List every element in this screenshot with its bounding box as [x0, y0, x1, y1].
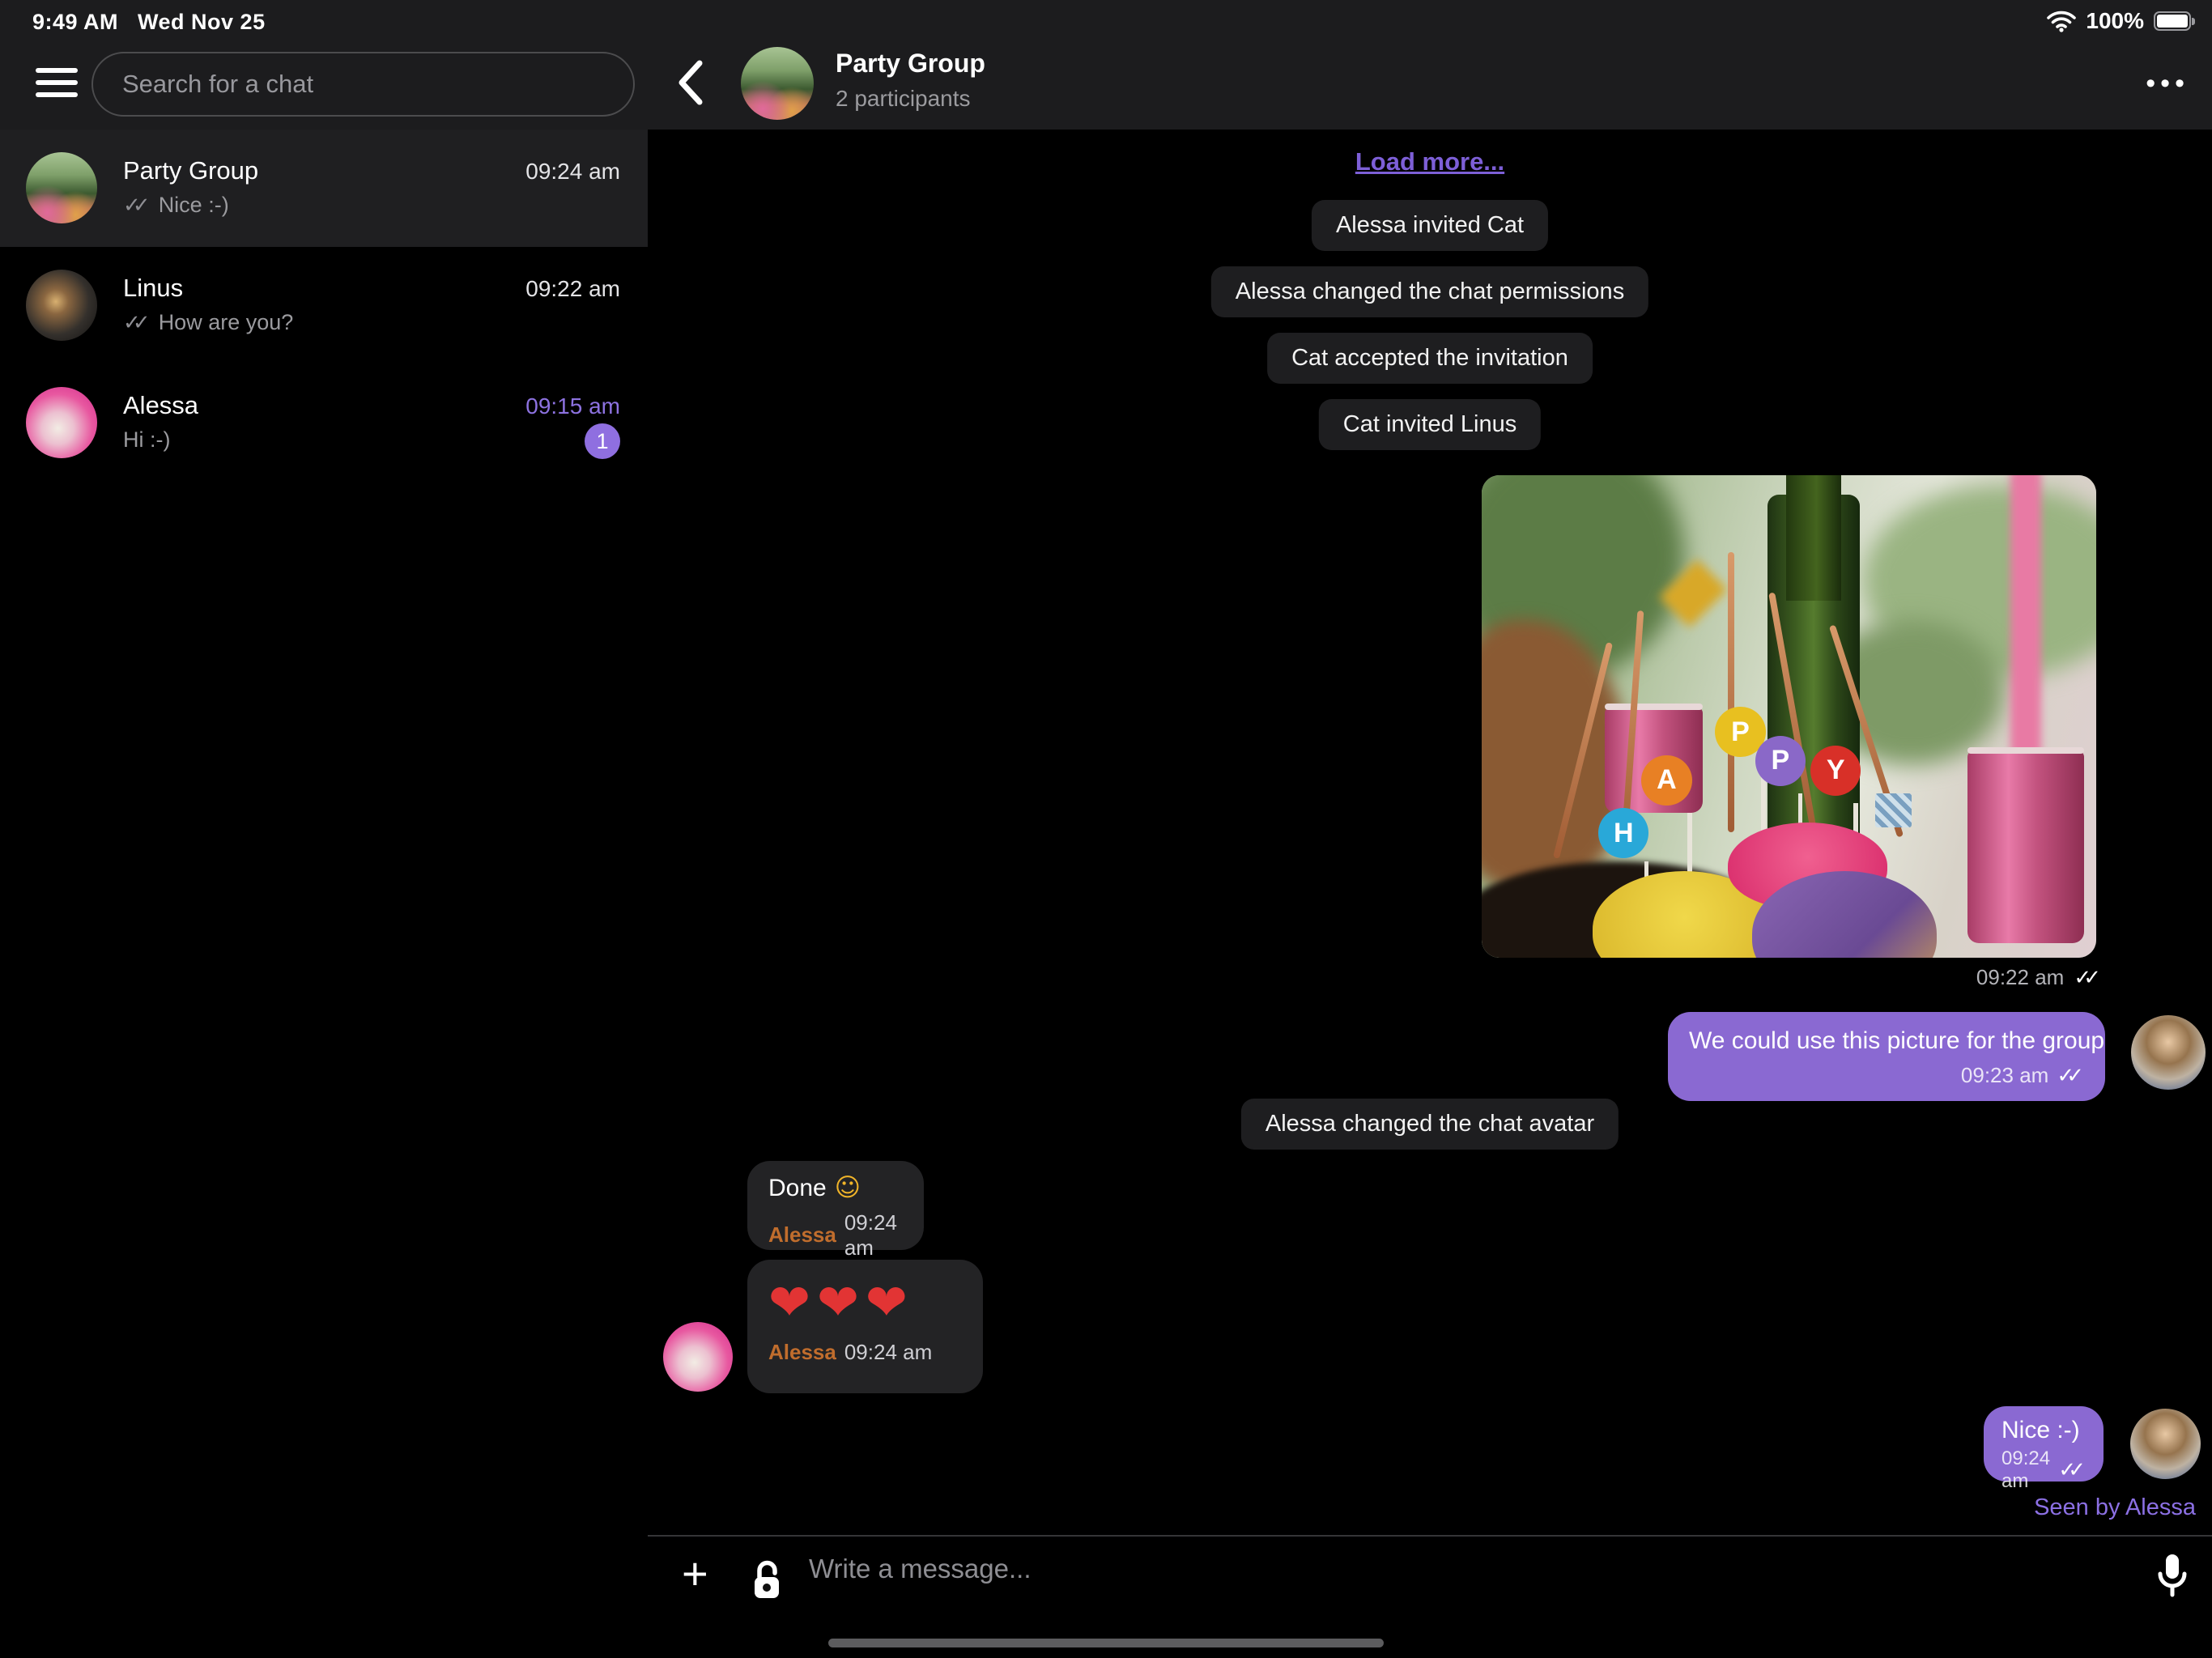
- more-options-icon[interactable]: •••: [2146, 68, 2189, 100]
- double-check-icon: ✓✓: [2058, 1457, 2086, 1482]
- unread-badge: 1: [585, 423, 620, 459]
- message-time: 09:24 am: [844, 1210, 903, 1261]
- sidebar-item-linus[interactable]: Linus ✓✓ How are you? 09:22 am: [0, 247, 648, 364]
- photo-streamer: [2010, 475, 2041, 755]
- message-text: Done: [768, 1175, 827, 1201]
- message-time: 09:24 am: [2001, 1448, 2050, 1493]
- smiling-emoji: ☺: [835, 1172, 861, 1204]
- photo-letter-p: P: [1755, 736, 1806, 786]
- chat-list: Party Group ✓✓ Nice :-) 09:24 am Linus ✓…: [0, 130, 648, 482]
- chat-time: 09:22 am: [525, 276, 620, 302]
- chat-preview-text: Nice :-): [159, 193, 229, 218]
- conversation-avatar[interactable]: [741, 47, 814, 120]
- chat-time: 09:24 am: [525, 159, 620, 185]
- system-message: Alessa invited Cat: [1312, 200, 1548, 251]
- message-bubble-outgoing[interactable]: Nice :-) 09:24 am ✓✓: [1984, 1406, 2104, 1482]
- message-sender: Alessa: [768, 1222, 836, 1248]
- message-sender: Alessa: [768, 1340, 836, 1365]
- alessa-avatar: [26, 387, 97, 458]
- photo-letter-y: Y: [1810, 746, 1861, 796]
- menu-icon[interactable]: [36, 68, 78, 100]
- conversation-pane: Party Group 2 participants ••• Load more…: [648, 0, 2212, 1658]
- chat-time: 09:15 am: [525, 393, 620, 419]
- alessa-avatar: [663, 1322, 733, 1392]
- cat-avatar: [2131, 1015, 2206, 1090]
- linus-avatar: [26, 270, 97, 341]
- party-group-avatar: [26, 152, 97, 223]
- add-attachment-button[interactable]: +: [682, 1551, 708, 1596]
- chat-name: Linus: [123, 274, 183, 303]
- conversation-title: Party Group: [836, 49, 985, 79]
- chat-preview-text: Hi :-): [123, 427, 170, 453]
- lock-icon: [748, 1558, 785, 1607]
- message-bubble-incoming[interactable]: Done☺ Alessa 09:24 am: [747, 1161, 924, 1250]
- sidebar-item-alessa[interactable]: Alessa Hi :-) 09:15 am 1: [0, 364, 648, 482]
- photo-cup: [1967, 750, 2084, 943]
- photo-message-meta: 09:22 am ✓✓: [1976, 965, 2101, 990]
- chat-name: Party Group: [123, 156, 258, 185]
- chat-name: Alessa: [123, 391, 198, 420]
- sidebar: Party Group ✓✓ Nice :-) 09:24 am Linus ✓…: [0, 0, 648, 1658]
- message-bubble-outgoing[interactable]: We could use this picture for the group …: [1668, 1012, 2105, 1101]
- microphone-button[interactable]: [2154, 1551, 2191, 1605]
- search-input[interactable]: [93, 70, 608, 99]
- system-message: Alessa changed the chat permissions: [1211, 266, 1648, 317]
- double-check-icon: ✓✓: [123, 310, 151, 335]
- system-message: Alessa changed the chat avatar: [1241, 1099, 1619, 1150]
- system-message: Cat invited Linus: [1319, 399, 1541, 450]
- conversation-subtitle: 2 participants: [836, 86, 971, 112]
- double-check-icon: ✓✓: [2074, 965, 2101, 990]
- sidebar-item-party-group[interactable]: Party Group ✓✓ Nice :-) 09:24 am: [0, 130, 648, 247]
- message-time: 09:23 am: [1961, 1063, 2048, 1088]
- double-check-icon: ✓✓: [2057, 1063, 2084, 1088]
- chat-search-box[interactable]: [91, 52, 635, 117]
- chevron-left-icon: [682, 63, 700, 102]
- photo-letter-a: A: [1641, 755, 1691, 806]
- system-message: Cat accepted the invitation: [1267, 333, 1593, 384]
- message-time: 09:24 am: [844, 1340, 932, 1365]
- message-bubble-incoming[interactable]: ❤❤❤ Alessa 09:24 am: [747, 1260, 983, 1393]
- back-button[interactable]: [672, 57, 711, 108]
- photo-message[interactable]: H A P P Y: [1482, 475, 2096, 958]
- message-time: 09:22 am: [1976, 965, 2064, 990]
- heart-emojis: ❤❤❤: [768, 1268, 962, 1338]
- message-input[interactable]: [807, 1553, 2025, 1585]
- cat-avatar: [2130, 1409, 2201, 1479]
- home-indicator[interactable]: [828, 1639, 1384, 1647]
- double-check-icon: ✓✓: [123, 193, 151, 218]
- chat-preview-text: How are you?: [159, 310, 294, 335]
- photo-flag: [1875, 793, 1912, 827]
- message-text: Nice :-): [2001, 1415, 2086, 1446]
- seen-by-status: Seen by Alessa: [2034, 1494, 2196, 1521]
- message-text: We could use this picture for the group: [1689, 1026, 2084, 1056]
- load-more-link[interactable]: Load more...: [1355, 147, 1504, 176]
